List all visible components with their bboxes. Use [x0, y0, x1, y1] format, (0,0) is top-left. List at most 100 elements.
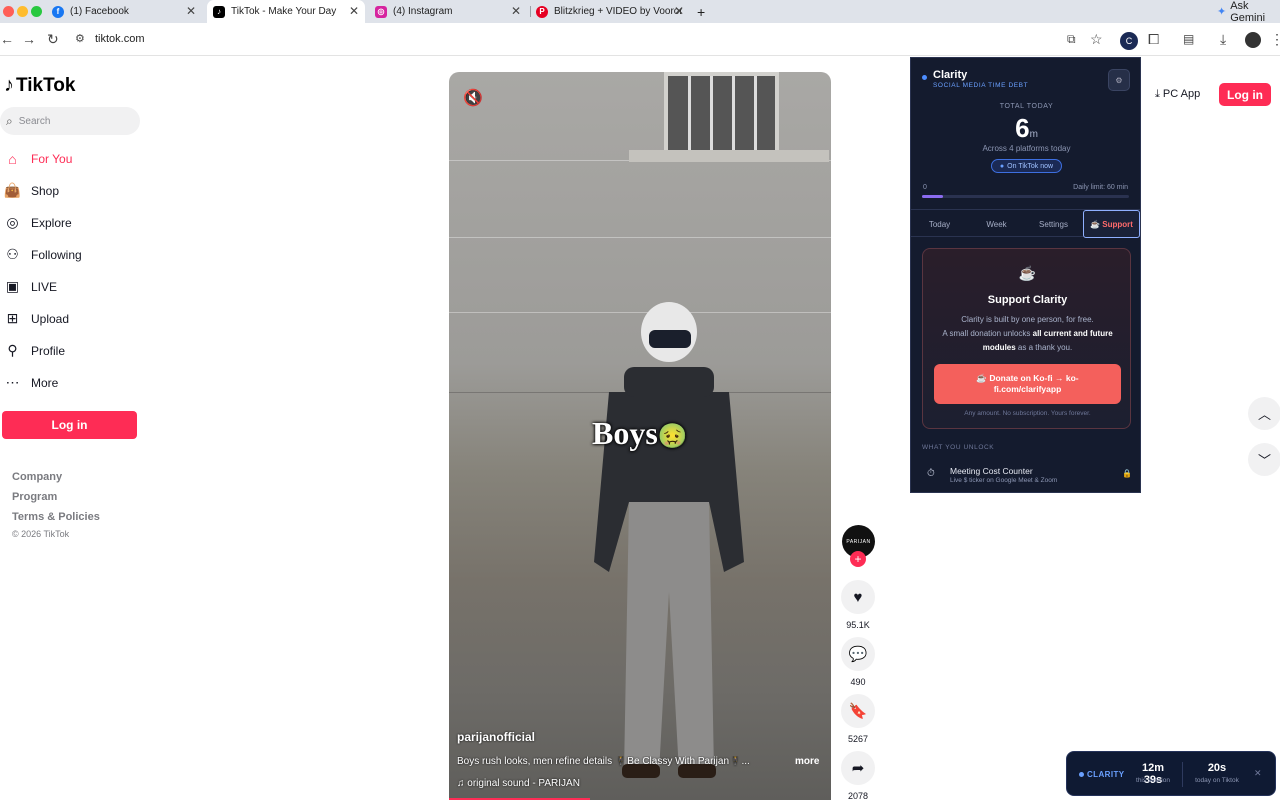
tiktok-logo[interactable]: ♪ TikTok — [4, 74, 75, 97]
footer-program-link[interactable]: Program — [12, 491, 57, 503]
more-dots-icon: ⋯ — [5, 374, 20, 390]
tab-today[interactable]: Today — [911, 210, 968, 238]
reading-list-icon[interactable]: ▤ — [1183, 30, 1194, 48]
nav-label: More — [31, 375, 59, 390]
upload-plus-icon: ⊞ — [6, 310, 19, 326]
menu-icon[interactable]: ⋮ — [1270, 30, 1280, 48]
pc-app-button[interactable]: ⤓ PC App — [1155, 88, 1200, 101]
tab-week[interactable]: Week — [968, 210, 1025, 238]
download-icon[interactable]: ⤓ — [1220, 30, 1226, 48]
close-tab-icon[interactable]: ✕ — [186, 4, 196, 18]
browser-tab-strip: f (1) Facebook ✕ ♪ TikTok - Make Your Da… — [0, 0, 1280, 24]
nav-label: Upload — [31, 311, 70, 326]
tab-facebook[interactable]: f (1) Facebook ✕ — [52, 0, 202, 23]
site-settings-icon[interactable]: ⚙ — [75, 30, 85, 48]
nav-label: Profile — [31, 343, 66, 358]
nauseated-face-emoji: 🤢 — [657, 424, 688, 450]
pinterest-icon: P — [536, 5, 548, 18]
next-video-button[interactable]: ﹀ — [1248, 443, 1280, 476]
sidebar-item-profile[interactable]: ⚲ Profile — [4, 342, 65, 359]
close-widget-icon[interactable]: ✕ — [1254, 768, 1262, 779]
sidebar-item-explore[interactable]: ◎ Explore — [4, 214, 72, 231]
header-login-button[interactable]: Log in — [1219, 83, 1271, 106]
compass-icon: ◎ — [6, 214, 19, 230]
sidebar-item-following[interactable]: ⚇ Following — [4, 246, 82, 263]
status-dot — [922, 75, 927, 80]
tab-instagram[interactable]: ◎ (4) Instagram ✕ — [375, 0, 527, 23]
extensions-icon[interactable]: ⧠ — [1148, 30, 1159, 48]
clarity-title: Clarity — [933, 69, 968, 81]
daily-limit-label: Daily limit: 60 min — [1073, 184, 1128, 191]
sidebar-item-live[interactable]: ▣ LIVE — [4, 278, 57, 295]
clarity-popup: Clarity SOCIAL MEDIA TIME DEBT ⚙ TOTAL T… — [910, 57, 1141, 493]
share-button[interactable]: ➦ — [841, 751, 875, 785]
back-icon[interactable]: ← — [0, 30, 14, 48]
sidebar-item-more[interactable]: ⋯ More — [4, 374, 59, 391]
clarity-tabs: Today Week Settings ☕ Support — [911, 209, 1140, 238]
person-figure — [594, 302, 744, 778]
video-sound[interactable]: ♫ original sound - PARIJAN — [457, 778, 580, 789]
comment-count: 490 — [850, 677, 866, 687]
nav-label: LIVE — [31, 279, 58, 294]
minimize-window-button[interactable] — [17, 6, 28, 17]
like-button[interactable]: ♥ — [841, 580, 875, 614]
video-username[interactable]: parijanofficial — [457, 730, 535, 744]
sidebar-item-for-you[interactable]: ⌂ For You — [4, 150, 72, 167]
chevron-down-icon: ﹀ — [1257, 453, 1271, 468]
reload-icon[interactable]: ↻ — [47, 30, 59, 48]
nav-label: Explore — [31, 215, 72, 230]
tab-label: (4) Instagram — [393, 6, 453, 17]
close-tab-icon[interactable]: ✕ — [674, 4, 684, 18]
mute-icon[interactable]: 🔇 — [463, 88, 483, 108]
download-icon: ⤓ — [1155, 88, 1163, 100]
sidebar-item-shop[interactable]: 👜 Shop — [4, 182, 59, 199]
tiktok-icon: ♪ — [213, 5, 225, 18]
maximize-window-button[interactable] — [31, 6, 42, 17]
tab-pinterest[interactable]: P Blitzkrieg + VIDEO by Vooron ✕ — [536, 0, 690, 23]
window-ledge — [629, 150, 829, 162]
forward-icon[interactable]: → — [22, 30, 36, 48]
close-window-button[interactable] — [3, 6, 14, 17]
tab-settings[interactable]: Settings — [1025, 210, 1082, 238]
install-app-icon[interactable]: ⧉ — [1067, 30, 1076, 48]
bookmark-star-icon[interactable]: ☆ — [1090, 30, 1103, 48]
support-title: Support Clarity — [987, 294, 1068, 306]
session-time-label: this session — [1136, 777, 1170, 784]
video-overlay-text: Boys🤢 — [592, 415, 688, 452]
tab-support[interactable]: ☕ Support — [1083, 210, 1140, 238]
tab-label: Blitzkrieg + VIDEO by Vooron — [554, 6, 682, 17]
follow-plus-button[interactable]: + — [850, 551, 866, 567]
facebook-icon: f — [52, 5, 64, 18]
status-dot — [1079, 772, 1084, 777]
across-platforms-text: Across 4 platforms today — [982, 144, 1071, 153]
close-tab-icon[interactable]: ✕ — [349, 4, 359, 18]
search-input[interactable]: ⌕ Search — [0, 107, 140, 135]
previous-video-button[interactable]: ︿ — [1248, 397, 1280, 430]
footer-company-link[interactable]: Company — [12, 471, 62, 483]
home-icon: ⌂ — [8, 150, 17, 167]
profile-avatar[interactable] — [1245, 32, 1261, 48]
save-count: 5267 — [847, 734, 869, 744]
close-tab-icon[interactable]: ✕ — [511, 4, 521, 18]
sidebar-item-upload[interactable]: ⊞ Upload — [4, 310, 69, 327]
settings-gear-button[interactable]: ⚙ — [1108, 69, 1130, 91]
ask-gemini-label: Ask Gemini — [1230, 0, 1266, 24]
overlay-word: Boys — [592, 415, 658, 451]
url-field[interactable]: tiktok.com — [95, 33, 145, 45]
ask-gemini-button[interactable]: ✦ Ask Gemini — [1217, 0, 1280, 24]
video-player[interactable]: Boys🤢 🔇 parijanofficial Boys rush looks,… — [449, 72, 831, 800]
tab-tiktok[interactable]: ♪ TikTok - Make Your Day ✕ — [207, 0, 365, 23]
live-dot-icon: ● — [999, 162, 1005, 170]
save-button[interactable]: 🔖 — [841, 694, 875, 728]
footer-terms-link[interactable]: Terms & Policies — [12, 511, 100, 523]
new-tab-icon[interactable]: + — [697, 0, 705, 23]
today-time-label: today on Tiktok — [1195, 777, 1239, 784]
comment-button[interactable]: 💬 — [841, 637, 875, 671]
clarity-extension-icon[interactable]: C — [1120, 32, 1138, 50]
donate-kofi-button[interactable]: ☕ Donate on Ko-fi → ko-fi.com/clarifyapp — [934, 364, 1121, 404]
on-tiktok-badge: ● On TikTok now — [991, 159, 1062, 173]
caption-more-button[interactable]: more — [795, 756, 819, 767]
support-line-2a: A small donation unlocks — [942, 329, 1033, 338]
sidebar-login-button[interactable]: Log in — [2, 411, 137, 439]
nav-label: Following — [31, 247, 82, 262]
